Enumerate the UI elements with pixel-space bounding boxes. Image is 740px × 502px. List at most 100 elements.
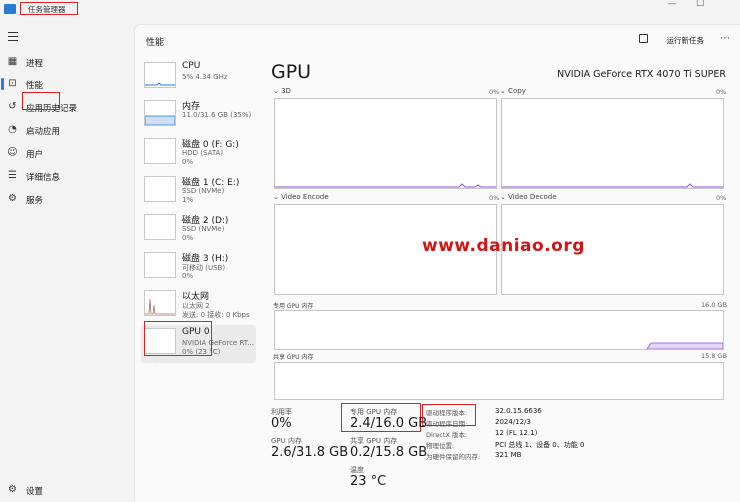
device-memory[interactable]: 内存 11.0/31.6 GB (35%) (141, 97, 256, 135)
engine-name: Copy (508, 87, 526, 95)
info-key: 为硬件保留的内存: (426, 453, 481, 461)
graph-label-video-encode[interactable]: ⌄ Video Encode (273, 193, 329, 201)
sidebar-item-label: 用户 (26, 150, 44, 160)
device-detail: 11.0/31.6 GB (35%) (182, 111, 252, 119)
utilization-value: 0% (271, 416, 292, 431)
device-detail: SSD (NVMe) (182, 225, 225, 233)
sidebar-item-processes[interactable]: ▦ 进程 (0, 52, 134, 72)
graph-pct-video-encode: 0% (489, 194, 500, 202)
sidebar-item-label: 启动应用 (26, 127, 61, 137)
device-usage: 0% (182, 272, 194, 280)
gear-icon: ⚙ (8, 484, 17, 495)
device-thumbnail (144, 252, 176, 278)
users-icon: ☺ (7, 147, 18, 158)
device-thumbnail (144, 62, 176, 88)
shared-memory-value: 0.2/15.8 GB (350, 445, 428, 460)
maximize-button[interactable]: ☐ (688, 0, 712, 16)
device-disk-1[interactable]: 磁盘 1 (C: E:) SSD (NVMe) 1% (141, 173, 256, 211)
device-cpu[interactable]: CPU 5% 4.34 GHz (141, 59, 256, 97)
hamburger-menu-icon[interactable] (8, 32, 18, 44)
watermark: www.daniao.org (422, 236, 585, 256)
graph-pct-video-decode: 0% (716, 194, 727, 202)
app-history-icon: ↺ (8, 101, 17, 112)
sidebar: ▦ 进程 ⊡ 性能 ↺ 应用历史记录 ◔ 启动应用 ☺ 用户 ☰ 详细信息 ⚙ … (0, 20, 134, 502)
info-key: 驱动程序日期: (426, 420, 468, 428)
sidebar-item-details[interactable]: ☰ 详细信息 (0, 166, 134, 186)
graph-dedicated-fill (646, 342, 724, 350)
info-key: DirectX 版本: (426, 431, 468, 439)
graph-label-dedicated: 专用 GPU 内存 (273, 303, 314, 310)
device-detail: SSD (NVMe) (182, 187, 225, 195)
active-indicator (1, 78, 4, 90)
sidebar-item-label: 设置 (26, 487, 44, 497)
info-value: PCI 总线 1、设备 0、功能 0 (495, 441, 585, 449)
info-value: 2024/12/3 (495, 418, 531, 426)
graph-max-dedicated: 16.0 GB (701, 301, 728, 309)
sidebar-item-performance[interactable]: ⊡ 性能 (0, 74, 134, 94)
device-name: CPU (182, 61, 201, 71)
startup-apps-icon: ◔ (8, 124, 17, 135)
temperature-value: 23 °C (350, 474, 387, 489)
graph-3d (274, 98, 497, 189)
device-ethernet[interactable]: 以太网 以太网 2 发送: 0 接收: 0 Kbps (141, 287, 256, 325)
memory-mini-graph (144, 115, 176, 126)
sidebar-item-app-history[interactable]: ↺ 应用历史记录 (0, 97, 134, 117)
sidebar-item-label: 进程 (26, 59, 44, 69)
sidebar-item-label: 性能 (26, 81, 44, 91)
gpu-memory-value: 2.6/31.8 GB (271, 445, 349, 460)
device-disk-2[interactable]: 磁盘 2 (D:) SSD (NVMe) 0% (141, 211, 256, 249)
device-thumbnail (144, 290, 176, 316)
graph-label-copy[interactable]: ⌄ Copy (500, 87, 526, 95)
info-value: 32.0.15.6636 (495, 407, 542, 415)
sidebar-item-label: 详细信息 (26, 173, 61, 183)
graph-label-shared: 共享 GPU 内存 (273, 354, 314, 361)
device-disk-3[interactable]: 磁盘 3 (H:) 可移动 (USB) 0% (141, 249, 256, 287)
sidebar-item-label: 服务 (26, 196, 44, 206)
sidebar-item-services[interactable]: ⚙ 服务 (0, 189, 134, 209)
graph-pct-copy: 0% (716, 88, 727, 96)
run-new-task-button[interactable]: 运行新任务 (667, 35, 705, 46)
info-value: 12 (FL 12.1) (495, 429, 538, 437)
device-thumbnail (144, 138, 176, 164)
sidebar-item-users[interactable]: ☺ 用户 (0, 143, 134, 163)
sidebar-item-settings[interactable]: ⚙ 设置 (0, 480, 134, 500)
graph-3d-line (275, 183, 496, 188)
gpu-model-name: NVIDIA GeForce RTX 4070 Ti SUPER (557, 69, 726, 80)
gpu-title: GPU (271, 61, 312, 83)
graph-copy (501, 98, 724, 189)
page-title: 性能 (146, 38, 165, 48)
info-key: 驱动程序版本: (426, 409, 468, 417)
device-detail: HDD (SATA) (182, 149, 224, 157)
performance-icon: ⊡ (8, 78, 17, 89)
graph-dedicated-memory (274, 310, 724, 350)
run-task-icon (639, 34, 648, 43)
engine-name: Video Decode (508, 193, 557, 201)
graph-max-shared: 15.8 GB (701, 352, 728, 360)
device-detail: 5% 4.34 GHz (182, 73, 228, 81)
more-options-icon[interactable]: ⋯ (720, 33, 730, 44)
performance-panel: 性能 运行新任务 ⋯ CPU 5% 4.34 GHz 内存 11.0/31.6 … (134, 24, 740, 502)
gpu-highlight-box (144, 321, 212, 356)
graph-label-3d[interactable]: ⌄ 3D (273, 87, 291, 95)
dedicated-memory-value: 2.4/16.0 GB (350, 416, 428, 431)
title-bar: 任务管理器 — ☐ (0, 0, 740, 20)
device-thumbnail (144, 176, 176, 202)
graph-label-video-decode[interactable]: ⌄ Video Decode (500, 193, 557, 201)
device-usage: 0% (182, 234, 194, 242)
cpu-mini-graph (145, 82, 175, 86)
sidebar-item-startup-apps[interactable]: ◔ 启动应用 (0, 120, 134, 140)
device-disk-0[interactable]: 磁盘 0 (F: G:) HDD (SATA) 0% (141, 135, 256, 173)
details-icon: ☰ (8, 170, 17, 181)
info-value: 321 MB (495, 451, 522, 459)
engine-name: 3D (281, 87, 291, 95)
task-manager-icon (4, 4, 16, 14)
performance-highlight-box (22, 92, 60, 110)
services-icon: ⚙ (8, 193, 17, 204)
device-usage: 发送: 0 接收: 0 Kbps (182, 311, 250, 319)
device-usage: 0% (182, 158, 194, 166)
minimize-button[interactable]: — (660, 0, 684, 16)
device-thumbnail (144, 100, 176, 126)
graph-copy-line (502, 183, 723, 188)
processes-icon: ▦ (7, 56, 18, 67)
device-usage: 1% (182, 196, 194, 204)
